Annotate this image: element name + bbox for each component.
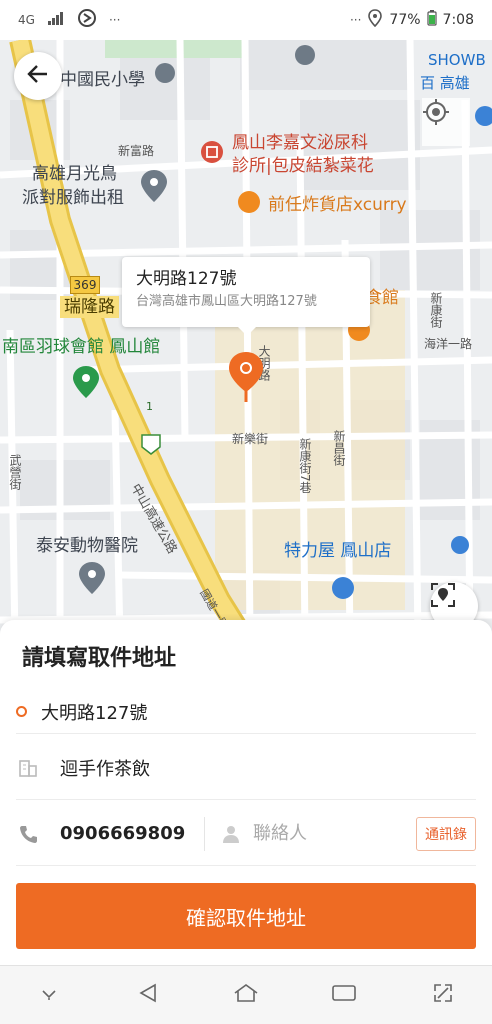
map-label-party-2: 派對服飾出租 (22, 188, 124, 208)
data-saver-icon (77, 8, 97, 32)
callout-title: 大明路127號 (136, 269, 237, 289)
map-label-xinfu-road: 新富路 (118, 144, 155, 158)
nav-home-button[interactable] (221, 975, 271, 1015)
person-icon (219, 824, 243, 844)
nav-fullscreen-button[interactable] (418, 975, 468, 1015)
contact-name-input[interactable] (253, 823, 383, 844)
address-value: 大明路127號 (41, 702, 148, 724)
map-label-haiyang-road: 海洋一路 (424, 337, 473, 351)
shop-name-row[interactable]: 迴手作茶飲 (16, 736, 476, 800)
contact-row: 0906669809 通訊錄 (16, 802, 476, 866)
battery-icon (426, 10, 437, 30)
highway-shield-number: 1 (146, 400, 153, 413)
address-row[interactable]: 大明路127號 (16, 690, 476, 734)
map-label-xinju-st: 新昌街 (332, 430, 346, 466)
phone-value[interactable]: 0906669809 (60, 823, 200, 844)
map-label-party-1: 高雄月光鳥 (32, 164, 117, 184)
shop-name-value: 迴手作茶飲 (60, 758, 150, 780)
divider (204, 816, 205, 851)
more-notifications: ··· (108, 13, 121, 27)
system-nav-bar (0, 965, 492, 1024)
map-view[interactable]: 中國民小學 SHOWB 百 高雄 新富路 鳳山李嘉文泌尿科 診所|包皮結紮菜花 … (0, 40, 492, 640)
map-label-baihui: 百 高雄 (420, 74, 470, 92)
battery-percent: 77% (389, 12, 421, 28)
nav-hide-button[interactable] (24, 975, 74, 1015)
status-right: ··· 77% 7:08 (350, 9, 474, 31)
triangle-back-icon (137, 982, 159, 1008)
route-badge: 369 (70, 276, 100, 294)
map-label-wuying-st: 武營街 (8, 454, 22, 490)
map-label-school: 中國民小學 (60, 70, 145, 90)
building-icon (16, 758, 40, 778)
home-icon (233, 982, 259, 1008)
clock: 7:08 (442, 12, 474, 28)
map-label-ruilong-road: 瑞隆路 (60, 296, 119, 318)
signal-icon (47, 11, 65, 29)
locate-me-button[interactable] (422, 98, 470, 146)
map-label-clinic-1: 鳳山李嘉文泌尿科 (232, 133, 368, 153)
location-icon (367, 9, 383, 31)
confirm-pickup-button[interactable]: 確認取件地址 (16, 883, 476, 949)
address-book-button[interactable]: 通訊錄 (416, 816, 476, 851)
phone-icon (16, 824, 40, 844)
pickup-address-panel: 請填寫取件地址 大明路127號 迴手作茶飲 0906669809 通訊錄 確認取… (0, 620, 492, 965)
chevron-down-icon (39, 986, 59, 1005)
map-label-xinle-st: 新樂街 (232, 432, 269, 446)
network-type: 4G (18, 13, 35, 27)
recents-icon (331, 983, 357, 1007)
nav-recents-button[interactable] (319, 975, 369, 1015)
status-left: 4G ··· (18, 8, 120, 32)
screen: 4G ··· ··· 77% 7:08 中國民小學 SHOWB 百 高雄 新富路… (0, 0, 492, 1024)
poi-pin-gray (141, 170, 167, 202)
location-callout[interactable]: 大明路127號 台灣高雄市鳳山區大明路127號 (122, 257, 370, 336)
map-label-clinic-2: 診所|包皮結紮菜花 (232, 156, 374, 176)
map-label-fried-shop: 前任炸貨店xcurry (268, 195, 407, 215)
map-label-xinkang-lane: 新康街7巷 (298, 438, 312, 494)
map-label-taian-vet: 泰安動物醫院 (36, 536, 138, 556)
address-dot-icon (16, 706, 27, 717)
more-status: ··· (349, 13, 362, 27)
map-label-badminton: 南區羽球會館 鳳山館 (2, 337, 161, 357)
nav-back-button[interactable] (123, 975, 173, 1015)
callout-subtitle: 台灣高雄市鳳山區大明路127號 (136, 294, 317, 309)
map-label-xinkang-st: 新康街 (429, 292, 443, 328)
map-label-tesco: 特力屋 鳳山店 (284, 541, 392, 561)
expand-icon (432, 982, 454, 1008)
panel-title: 請填寫取件地址 (22, 646, 177, 671)
back-button[interactable] (14, 52, 62, 100)
arrow-left-icon (26, 62, 50, 90)
status-bar: 4G ··· ··· 77% 7:08 (0, 0, 492, 40)
map-label-showbiz: SHOWB (428, 51, 486, 69)
